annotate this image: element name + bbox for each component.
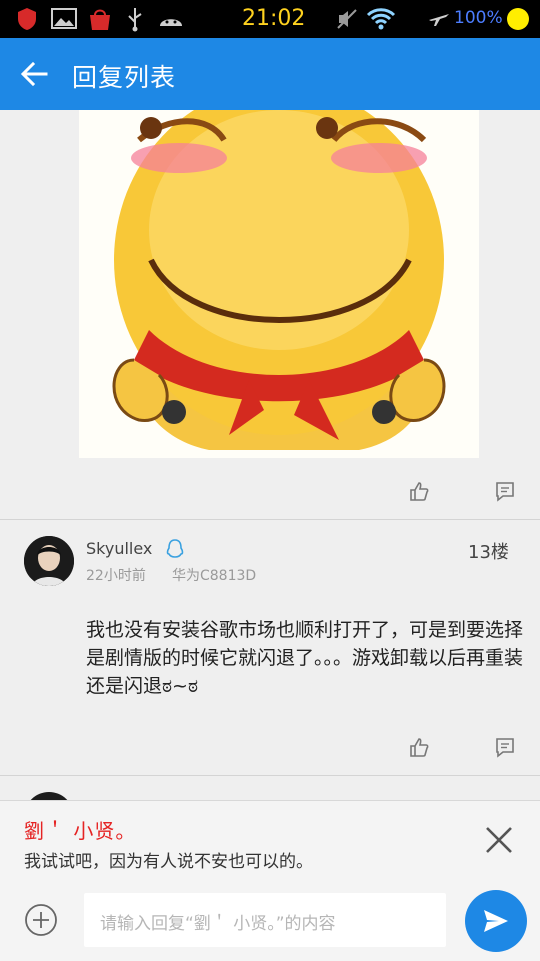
reply-list[interactable]: Skyullex 13楼 22小时前 华为C8813D 我也没有安装谷歌市场也顺… <box>0 110 540 800</box>
mute-icon <box>337 9 357 29</box>
android-icon <box>160 19 182 26</box>
divider <box>0 519 540 520</box>
reply-target-name: 劉＇ 小贤。 <box>24 819 137 843</box>
smiley-emoji-image <box>79 110 479 458</box>
battery-percent: 100% <box>454 8 503 28</box>
bag-icon <box>90 9 110 30</box>
reply-target-quote: 我试试吧，因为有人说不安也可以的。 <box>24 852 313 872</box>
floor-number: 13楼 <box>468 542 509 563</box>
page-title: 回复列表 <box>72 63 177 92</box>
reply-panel: 劉＇ 小贤。 我试试吧，因为有人说不安也可以的。 请输入回复“劉＇ 小贤。”的内… <box>0 800 540 961</box>
close-icon[interactable] <box>484 825 514 855</box>
username[interactable]: Skyullex <box>86 539 152 558</box>
comment-icon[interactable] <box>494 480 516 502</box>
post-time: 22小时前 <box>86 568 146 584</box>
airplane-icon <box>429 14 449 26</box>
device-name: 华为C8813D <box>172 568 257 584</box>
comment-icon[interactable] <box>494 736 516 758</box>
usb-icon <box>128 8 142 32</box>
reply-placeholder: 请输入回复“劉＇ 小贤。”的内容 <box>100 914 336 934</box>
like-icon[interactable] <box>408 480 430 502</box>
send-icon <box>484 910 508 932</box>
post-content: 我也没有安装谷歌市场也顺利打开了，可是到要选择是剧情版的时候它就闪退了。。。游戏… <box>86 619 524 697</box>
clock: 21:02 <box>242 6 306 31</box>
divider <box>0 775 540 776</box>
like-icon[interactable] <box>408 736 430 758</box>
avatar[interactable] <box>24 792 74 800</box>
avatar[interactable] <box>24 536 74 586</box>
shield-icon <box>18 8 36 30</box>
send-button[interactable] <box>465 890 527 952</box>
status-bar: 21:02 100% <box>0 0 540 38</box>
app-bar: 回复列表 <box>0 38 540 110</box>
wifi-icon <box>366 8 396 30</box>
add-icon[interactable] <box>24 903 58 937</box>
qq-penguin-icon <box>166 539 184 558</box>
post-image[interactable] <box>79 110 479 458</box>
battery-icon <box>507 8 529 30</box>
reply-input[interactable]: 请输入回复“劉＇ 小贤。”的内容 <box>84 893 446 947</box>
image-icon <box>51 8 77 29</box>
arrow-left-icon[interactable] <box>20 60 48 88</box>
